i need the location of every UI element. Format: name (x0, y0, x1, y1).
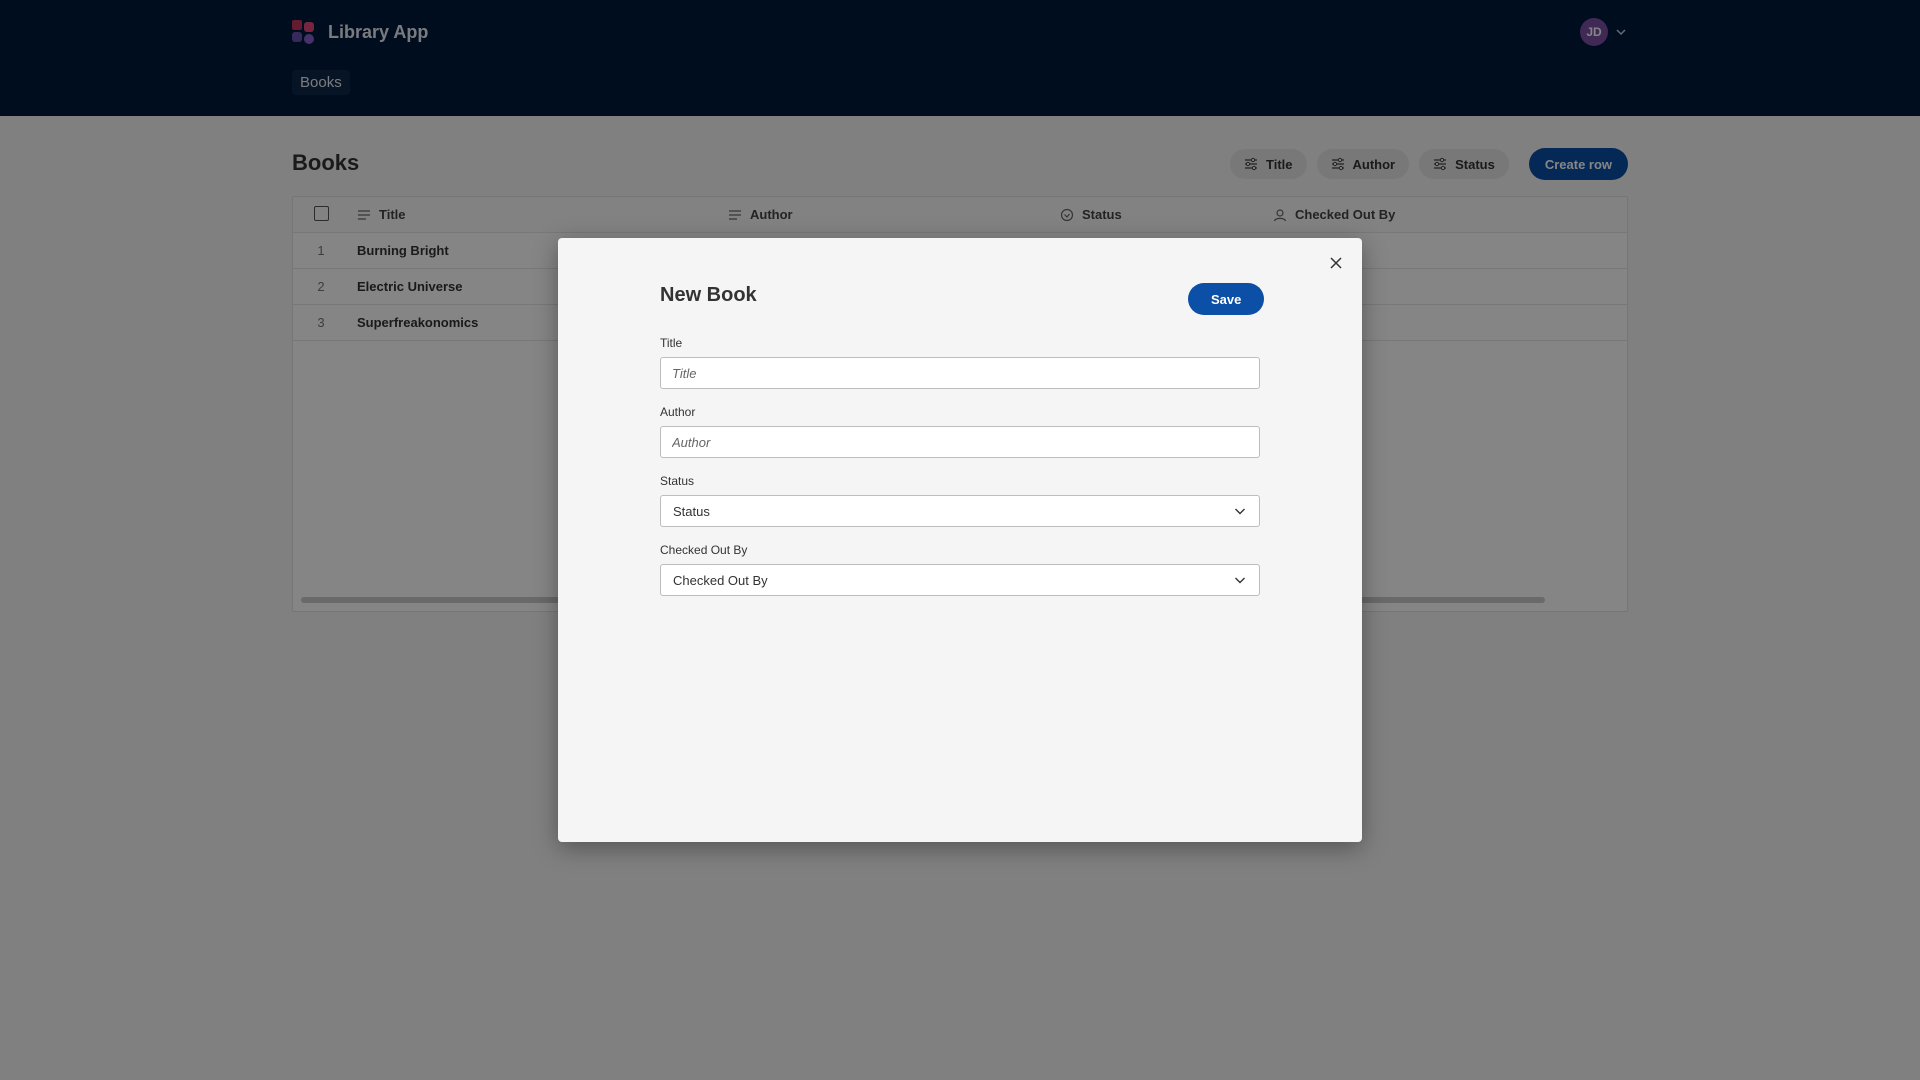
checked-out-by-select-value: Checked Out By (673, 572, 768, 588)
title-field: Title (660, 336, 1260, 389)
close-icon (1330, 256, 1342, 269)
checked-out-by-label: Checked Out By (660, 543, 748, 557)
new-book-form: Title Author Status Status Checked Out B… (660, 336, 1260, 612)
status-select-value: Status (673, 503, 710, 519)
save-button[interactable]: Save (1188, 283, 1265, 315)
status-select[interactable]: Status (660, 495, 1260, 527)
status-field: Status Status (660, 474, 1260, 527)
title-label: Title (660, 336, 683, 350)
chevron-down-icon (1235, 508, 1245, 515)
author-label: Author (660, 405, 696, 419)
modal-title: New Book (660, 284, 757, 306)
new-book-modal: New Book Save Title Author Status Status… (558, 238, 1362, 842)
chevron-down-icon (1235, 577, 1245, 584)
checked-out-by-select[interactable]: Checked Out By (660, 564, 1260, 596)
checked-out-by-field: Checked Out By Checked Out By (660, 543, 1260, 596)
author-input[interactable] (660, 426, 1260, 458)
close-button[interactable] (1324, 252, 1348, 276)
title-input[interactable] (660, 357, 1260, 389)
author-field: Author (660, 405, 1260, 458)
status-label: Status (660, 474, 695, 488)
